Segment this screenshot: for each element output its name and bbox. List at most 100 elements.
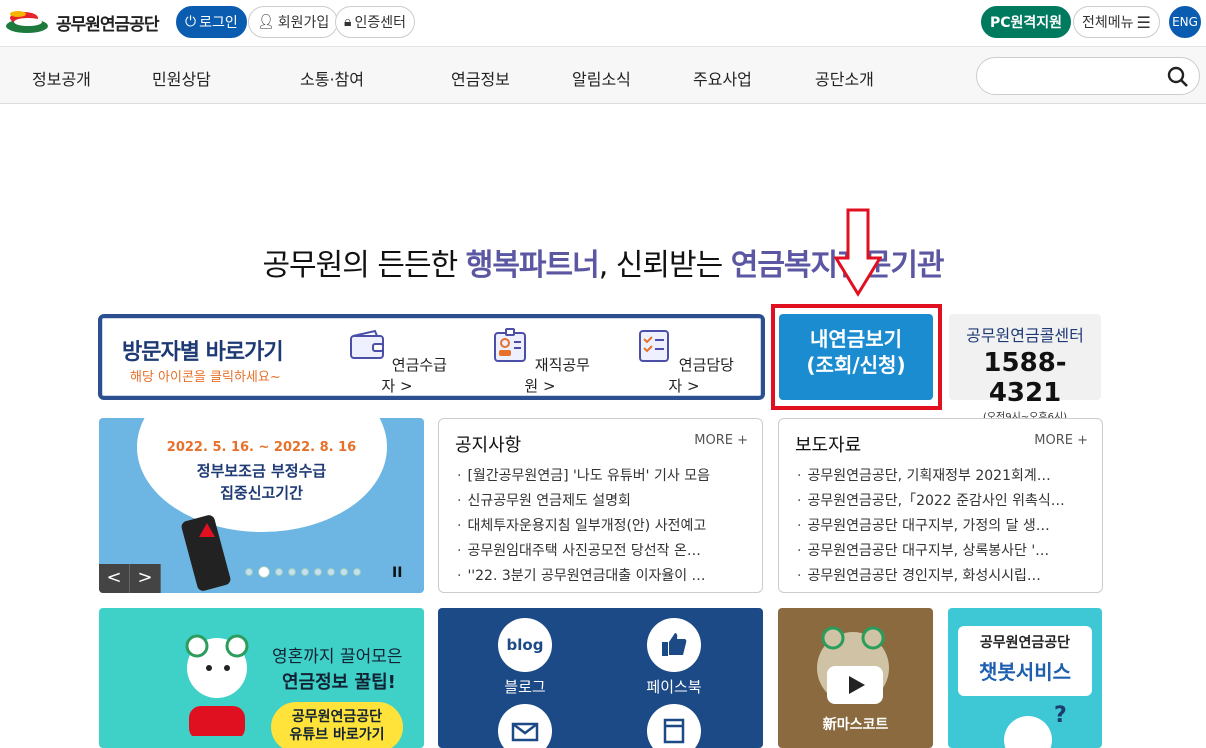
youtube-button-line2: 유튜브 바로가기 xyxy=(289,727,385,743)
pc-remote-support-label: PC원격지원 xyxy=(990,15,1063,31)
eng-label: ENG xyxy=(1172,15,1198,29)
youtube-button-line1: 공무원연금공단 xyxy=(291,709,383,725)
nav-item-business[interactable]: 주요사업 xyxy=(693,66,752,90)
notice-more-link[interactable]: MORE + xyxy=(694,433,748,448)
power-icon: ⏻ xyxy=(185,14,197,30)
youtube-shortcut-button[interactable]: 공무원연금공단 유튜브 바로가기 xyxy=(271,702,403,748)
banner-dot[interactable] xyxy=(258,566,270,578)
notice-board: 공지사항 MORE + [월간공무원연금] '나도 유튜버' 기사 모음 신규공… xyxy=(438,418,763,593)
chatbot-bubble: 공무원연금공단 챗봇서비스 xyxy=(958,626,1092,696)
banner-title: 정부보조금 부정수급 xyxy=(196,462,327,480)
all-menu-label: 전체메뉴 xyxy=(1082,15,1134,31)
mascot-icon xyxy=(185,634,249,736)
call-center-number[interactable]: 1588-4321 xyxy=(949,348,1101,408)
banner-dot[interactable] xyxy=(288,568,296,576)
cert-center-button[interactable]: 🔒︎ 인증센터 xyxy=(335,6,415,38)
banner-dot[interactable] xyxy=(245,568,253,576)
nav-item-civil[interactable]: 민원상담 xyxy=(152,66,211,90)
shortcut-pension-manager-label: 연금담당자 > xyxy=(668,356,734,395)
phone-icon xyxy=(181,515,231,591)
banner-dot[interactable] xyxy=(327,568,335,576)
play-icon[interactable] xyxy=(827,666,883,704)
blog-icon: blog xyxy=(498,618,552,672)
shortcut-pensioner[interactable]: 연금수급자 > xyxy=(347,328,447,396)
tagline-part2: , 신뢰받는 xyxy=(598,248,731,283)
list-item[interactable]: ''22. 3분기 공무원연금대출 이자율이 … xyxy=(457,564,752,589)
login-button[interactable]: ⏻ 로그인 xyxy=(176,6,247,38)
eng-button[interactable]: ENG xyxy=(1169,6,1201,38)
nav-item-pension-info[interactable]: 연금정보 xyxy=(451,66,510,90)
list-item[interactable]: 공무원연금공단 대구지부, 상록봉사단 '… xyxy=(797,539,1092,564)
banner-dot[interactable] xyxy=(314,568,322,576)
main-nav: 정보공개 민원상담 소통·참여 연금정보 알림소식 주요사업 공단소개 xyxy=(0,46,1206,104)
call-center-panel: 공무원연금콜센터 1588-4321 (오전9시~오후6시) xyxy=(949,314,1101,423)
banner-pagination xyxy=(245,566,361,578)
youtube-card[interactable]: 영혼까지 끌어모은 연금정보 꿀팁! 공무원연금공단 유튜브 바로가기 xyxy=(99,608,424,748)
list-item[interactable]: 신규공무원 연금제도 설명회 xyxy=(457,489,752,514)
banner-dot[interactable] xyxy=(353,568,361,576)
banner-dot[interactable] xyxy=(301,568,309,576)
signup-button[interactable]: 👤︎ 회원가입 xyxy=(248,6,339,38)
shortcut-civil-servant[interactable]: 재직공무원 > xyxy=(490,328,590,396)
mail-icon xyxy=(498,704,552,748)
down-arrow-icon xyxy=(834,208,882,297)
signup-label: 회원가입 xyxy=(277,15,330,31)
banner-dot[interactable] xyxy=(340,568,348,576)
hamburger-icon: ☰ xyxy=(1136,12,1151,32)
list-item[interactable]: 공무원임대주택 사진공모전 당선작 온… xyxy=(457,539,752,564)
logo-mark-icon xyxy=(6,11,48,33)
banner-subtitle: 집중신고기간 xyxy=(220,484,303,502)
search-input[interactable] xyxy=(991,58,1171,94)
tagline-highlight1: 행복파트너 xyxy=(465,248,600,283)
webzine-link[interactable] xyxy=(614,704,734,748)
press-board: 보도자료 MORE + 공무원연금공단, 기획재정부 2021회계… 공무원연금… xyxy=(778,418,1103,593)
top-bar: 공무원연금공단 ⏻ 로그인 👤︎ 회원가입 🔒︎ 인증센터 PC원격지원 전체메… xyxy=(0,0,1206,46)
wallet-icon xyxy=(350,329,384,359)
highlight-box xyxy=(771,304,942,410)
shortcut-pension-manager[interactable]: 연금담당자 > xyxy=(634,328,734,396)
list-item[interactable]: [월간공무원연금] '나도 유튜버' 기사 모음 xyxy=(457,464,752,489)
visitor-subtitle: 해당 아이콘을 클릭하세요~ xyxy=(130,370,281,385)
list-item[interactable]: 대체투자운용지침 일부개정(안) 사전예고 xyxy=(457,514,752,539)
tagline-part1: 공무원의 든든한 xyxy=(262,248,466,283)
shortcut-pensioner-label: 연금수급자 > xyxy=(381,356,447,395)
logo-text: 공무원연금공단 xyxy=(56,14,159,35)
visitor-shortcut-panel: 방문자별 바로가기 해당 아이콘을 클릭하세요~ 연금수급자 > 재직공무원 >… xyxy=(98,314,765,400)
list-item[interactable]: 공무원연금공단 경인지부, 화성시시립… xyxy=(797,564,1092,589)
banner-dot[interactable] xyxy=(275,568,283,576)
chatbot-card[interactable]: 공무원연금공단 챗봇서비스 ? xyxy=(948,608,1102,748)
mascot-card-label: 新마스코트 xyxy=(822,717,889,733)
newsletter-link[interactable] xyxy=(465,704,585,748)
press-more-link[interactable]: MORE + xyxy=(1034,433,1088,448)
sns-card: blog 블로그 페이스북 xyxy=(438,608,763,748)
notice-list: [월간공무원연금] '나도 유튜버' 기사 모음 신규공무원 연금제도 설명회 … xyxy=(457,464,752,589)
nav-item-about[interactable]: 공단소개 xyxy=(815,66,874,90)
pc-remote-support-button[interactable]: PC원격지원 xyxy=(981,6,1072,38)
banner-pause-button[interactable]: II xyxy=(392,565,402,581)
blog-link[interactable]: blog 블로그 xyxy=(465,618,585,697)
blog-label: 블로그 xyxy=(504,678,546,696)
nav-item-community[interactable]: 소통·참여 xyxy=(300,66,364,90)
banner-prev-button[interactable]: < xyxy=(99,564,130,593)
chatbot-mascot-icon: ? xyxy=(1004,703,1067,748)
youtube-card-line1: 영혼까지 끌어모은 xyxy=(272,647,403,667)
list-item[interactable]: 공무원연금공단,「2022 준감사인 위촉식… xyxy=(797,489,1092,514)
banner-next-button[interactable]: > xyxy=(130,564,161,593)
login-label: 로그인 xyxy=(199,15,238,31)
banner-date: 2022. 5. 16. ~ 2022. 8. 16 xyxy=(166,440,357,455)
thumbs-up-icon xyxy=(647,618,701,672)
call-center-title: 공무원연금콜센터 xyxy=(966,326,1084,345)
nav-item-info[interactable]: 정보공개 xyxy=(32,66,91,90)
id-card-icon xyxy=(494,328,526,362)
cert-center-label: 인증센터 xyxy=(354,15,406,31)
mascot-video-card[interactable]: 新마스코트 xyxy=(778,608,933,748)
nav-item-news[interactable]: 알림소식 xyxy=(572,66,631,90)
promo-banner[interactable]: 2022. 5. 16. ~ 2022. 8. 16 정부보조금 부정수급 집중… xyxy=(99,418,424,593)
list-item[interactable]: 공무원연금공단 대구지부, 가정의 달 생… xyxy=(797,514,1092,539)
all-menu-button[interactable]: 전체메뉴 ☰ xyxy=(1073,6,1160,38)
list-item[interactable]: 공무원연금공단, 기획재정부 2021회계… xyxy=(797,464,1092,489)
search-icon[interactable] xyxy=(1167,66,1189,88)
facebook-link[interactable]: 페이스북 xyxy=(614,618,734,697)
site-logo[interactable]: 공무원연금공단 xyxy=(4,8,159,36)
checklist-icon xyxy=(639,330,669,362)
